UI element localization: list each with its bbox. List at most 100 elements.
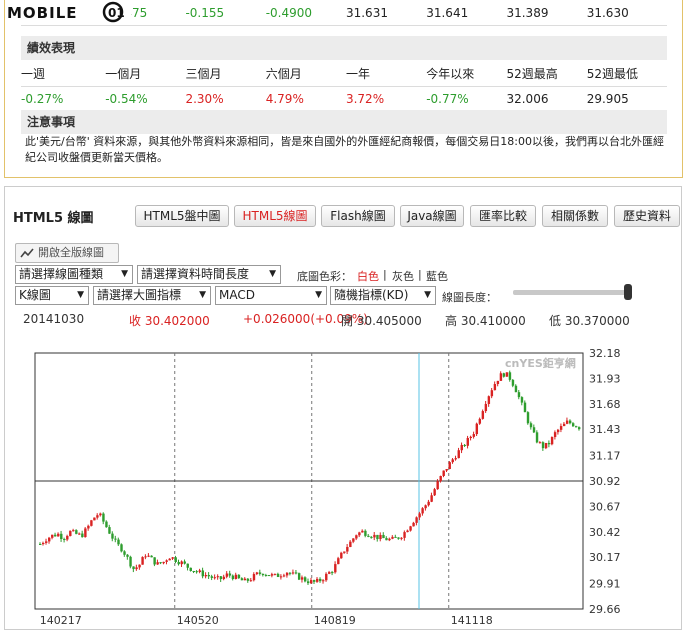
candle-up bbox=[72, 530, 75, 532]
bg-color-blue-link[interactable]: 藍色 bbox=[426, 268, 448, 284]
candle-up bbox=[346, 546, 349, 552]
chart-panel-title: HTML5 線圖 bbox=[13, 211, 94, 226]
candle-down bbox=[105, 521, 108, 528]
candle-up bbox=[316, 578, 319, 582]
candle-up bbox=[499, 373, 503, 381]
candle-up bbox=[352, 538, 355, 542]
candle-down bbox=[303, 577, 307, 582]
y-tick-label: 29.91 bbox=[589, 578, 621, 591]
candle-down bbox=[264, 575, 268, 577]
open-full-chart-label: 開啟全版線圖 bbox=[38, 246, 104, 259]
main-indicator-select[interactable]: 請選擇大圖指標 ▼ bbox=[93, 286, 211, 305]
candle-up bbox=[138, 564, 141, 568]
candle-down bbox=[54, 534, 57, 537]
candle-up bbox=[361, 530, 364, 533]
candle-down bbox=[261, 573, 265, 576]
bg-separator: | bbox=[383, 268, 387, 281]
candle-up bbox=[439, 475, 442, 482]
candle-up bbox=[544, 442, 548, 449]
chart-type-select[interactable]: 請選擇線圖種類 ▼ bbox=[15, 265, 133, 284]
chevron-down-icon: ▼ bbox=[121, 269, 128, 279]
candlestick-chart[interactable]: cnYES鉅亨網 32.1831.9331.6831.4331.1730.923… bbox=[5, 337, 681, 630]
chart-line-icon bbox=[20, 248, 34, 258]
perf-value-52w-high: 32.006 bbox=[506, 91, 549, 106]
x-tick-label: 140819 bbox=[314, 614, 356, 627]
tab-flash-chart[interactable]: Flash線圖 bbox=[321, 205, 395, 227]
bg-color-gray-link[interactable]: 灰色 bbox=[392, 268, 414, 284]
candle-up bbox=[445, 469, 448, 471]
mobile01-logo: MOBILE 01 bbox=[5, 0, 131, 24]
candle-up bbox=[213, 577, 217, 579]
candle-up bbox=[279, 576, 283, 578]
candle-up bbox=[180, 561, 183, 565]
candle-up bbox=[475, 423, 479, 435]
summary-change-pct: -0.4900 bbox=[265, 5, 313, 20]
candle-up bbox=[243, 578, 247, 581]
bg-separator: | bbox=[418, 268, 422, 281]
bg-color-white-link[interactable]: 白色 bbox=[357, 268, 379, 284]
quote-date: 20141030 bbox=[23, 312, 85, 326]
candle-up bbox=[222, 576, 226, 580]
tab-java-chart[interactable]: Java線圖 bbox=[400, 205, 464, 227]
candle-up bbox=[340, 552, 343, 559]
tab-html5-intraday[interactable]: HTML5盤中圖 bbox=[135, 205, 229, 227]
candle-up bbox=[78, 533, 81, 535]
candle-up bbox=[273, 573, 277, 575]
notes-header: 注意事項 bbox=[21, 110, 667, 134]
candle-up bbox=[310, 580, 313, 584]
quote-open: 開 30.405000 bbox=[341, 314, 422, 328]
candle-down bbox=[532, 427, 536, 433]
candle-up bbox=[553, 432, 557, 438]
tab-fx-compare[interactable]: 匯率比較 bbox=[470, 205, 536, 227]
candle-down bbox=[228, 573, 232, 576]
candle-up bbox=[337, 558, 340, 565]
y-tick-label: 32.18 bbox=[589, 347, 621, 360]
performance-header: 績效表現 bbox=[21, 36, 667, 60]
kline-select[interactable]: K線圖 ▼ bbox=[15, 286, 89, 305]
candle-down bbox=[535, 432, 539, 443]
candle-down bbox=[63, 538, 66, 540]
candle-up bbox=[147, 555, 150, 557]
candle-up bbox=[144, 556, 147, 558]
candle-up bbox=[66, 535, 69, 540]
candle-down bbox=[276, 573, 280, 577]
candle-down bbox=[237, 574, 241, 579]
candle-down bbox=[288, 572, 292, 574]
candle-up bbox=[325, 573, 328, 581]
candle-up bbox=[99, 513, 102, 516]
candle-up bbox=[436, 481, 439, 490]
candle-down bbox=[517, 392, 521, 398]
candle-up bbox=[225, 573, 229, 577]
candle-up bbox=[141, 557, 144, 565]
candle-up bbox=[469, 436, 472, 439]
candle-up bbox=[556, 429, 560, 433]
tab-history[interactable]: 歷史資料 bbox=[614, 205, 680, 227]
cnyes-watermark: cnYES鉅亨網 bbox=[505, 356, 576, 370]
time-length-select[interactable]: 請選擇資料時間長度 ▼ bbox=[137, 265, 281, 284]
candle-up bbox=[270, 574, 274, 576]
open-full-chart-button[interactable]: 開啟全版線圖 bbox=[15, 243, 119, 263]
chart-panel: HTML5 線圖 HTML5盤中圖 HTML5線圖 Flash線圖 Java線圖… bbox=[4, 186, 682, 630]
candle-down bbox=[258, 572, 262, 574]
candle-down bbox=[294, 572, 298, 574]
candle-up bbox=[559, 426, 563, 430]
chart-length-slider-track[interactable] bbox=[513, 290, 631, 295]
candle-up bbox=[51, 534, 54, 538]
candle-up bbox=[285, 572, 289, 576]
candle-down bbox=[520, 397, 524, 403]
macd-select[interactable]: MACD ▼ bbox=[215, 286, 327, 305]
candle-down bbox=[153, 557, 156, 565]
candle-down bbox=[306, 581, 310, 584]
tab-html5-chart[interactable]: HTML5線圖 bbox=[234, 205, 316, 227]
chevron-down-icon: ▼ bbox=[315, 290, 322, 300]
chart-length-slider-handle[interactable] bbox=[624, 284, 632, 300]
y-tick-label: 30.42 bbox=[589, 526, 621, 539]
candle-down bbox=[568, 420, 572, 424]
tab-correlation[interactable]: 相關係數 bbox=[542, 205, 608, 227]
candle-down bbox=[364, 530, 367, 536]
candle-up bbox=[448, 462, 451, 470]
candle-up bbox=[165, 560, 168, 562]
kd-select[interactable]: 隨機指標(KD) ▼ bbox=[330, 286, 436, 305]
candle-up bbox=[406, 530, 409, 533]
main-indicator-select-value: 請選擇大圖指標 bbox=[97, 288, 182, 302]
